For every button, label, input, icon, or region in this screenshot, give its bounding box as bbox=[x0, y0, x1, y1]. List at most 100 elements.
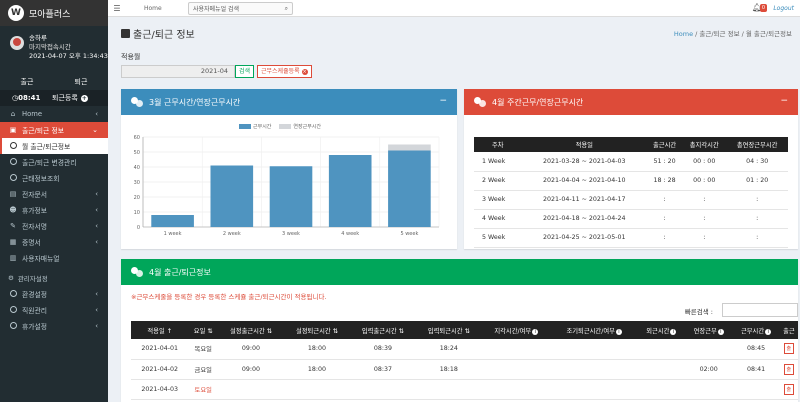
schedule-register-button[interactable]: 근무스케쥴등록 × bbox=[257, 65, 312, 78]
top-home-link[interactable]: Home bbox=[144, 5, 162, 12]
daily-col-header[interactable]: 요일 ⇅ bbox=[188, 321, 219, 339]
daily-cell[interactable]: 출 bbox=[779, 339, 798, 360]
info-icon[interactable]: i bbox=[532, 328, 539, 335]
tab-clock-in[interactable]: 출근 bbox=[0, 74, 54, 90]
daily-cell bbox=[218, 379, 284, 400]
manual-search-input[interactable]: 사용자메뉴얼 검색 ⌕ bbox=[188, 2, 293, 15]
clock-out-register-button[interactable]: 퇴근등록 + bbox=[50, 93, 88, 103]
document-icon: ▤ bbox=[9, 190, 17, 198]
sidebar-item-1[interactable]: ▣ 출근/퇴근 정보 ⌄ bbox=[0, 122, 108, 138]
daily-col-header[interactable]: 설정출근시간 ⇅ bbox=[218, 321, 284, 339]
month-input[interactable]: 2021-04 bbox=[121, 65, 235, 78]
app-name: 모아플러스 bbox=[29, 9, 71, 20]
daily-cell-text: 금요일 bbox=[194, 366, 212, 374]
calendar-icon bbox=[121, 29, 130, 38]
legend-item-overtime: 연장근무시간 bbox=[279, 123, 321, 130]
daily-cell-text: 08:39 bbox=[373, 345, 392, 353]
chart-legend: 근무시간 연장근무시간 bbox=[239, 123, 321, 130]
app-logo[interactable]: W 모아플러스 bbox=[0, 0, 108, 26]
daily-col-header[interactable]: 조기퇴근시간/여부 i bbox=[550, 321, 638, 339]
info-icon[interactable]: i bbox=[717, 328, 724, 335]
sidebar-item-7[interactable]: ✎ 전자서명 ‹ bbox=[0, 218, 108, 234]
breadcrumb-home[interactable]: Home bbox=[674, 30, 693, 38]
chevron-icon: ‹ bbox=[95, 238, 98, 246]
daily-cell-text: 토요일 bbox=[194, 386, 212, 394]
legend-item-work: 근무시간 bbox=[239, 123, 271, 130]
chevron-icon: ‹ bbox=[95, 110, 98, 118]
daily-cell bbox=[349, 379, 416, 400]
daily-cell: 목요일 bbox=[188, 339, 219, 360]
table-row: 2021-04-02 금요일 09:00 18:00 08:37 18:18 02:00 08… bbox=[131, 359, 798, 380]
x-tick-label: 3 week bbox=[282, 231, 300, 237]
info-icon[interactable]: i bbox=[670, 328, 677, 335]
admin-item-2[interactable]: 휴가설정 ‹ bbox=[0, 318, 108, 334]
daily-col-header[interactable]: 연장근무 i bbox=[685, 321, 733, 339]
detail-box-header: 4월 출근/퇴근정보 bbox=[121, 259, 798, 285]
daily-col-header[interactable]: 적용일 ↑ bbox=[131, 321, 189, 339]
weekly-cell: 2021-04-11 ~ 2021-04-17 bbox=[521, 190, 647, 210]
admin-item-0[interactable]: 환경설정 ‹ bbox=[0, 286, 108, 302]
admin-section-header: ⚙ 관리자설정 bbox=[0, 270, 108, 286]
collapse-icon[interactable]: − bbox=[439, 96, 447, 106]
page-title: 출근/퇴근 정보 bbox=[121, 26, 195, 41]
weekly-cell: : bbox=[646, 190, 683, 210]
y-tick-label: 0 bbox=[137, 225, 140, 231]
sidebar-item-9[interactable]: ▥ 사용자매뉴얼 bbox=[0, 250, 108, 266]
daily-cell-text: 02:00 bbox=[699, 365, 718, 373]
y-tick-label: 60 bbox=[134, 135, 140, 141]
daily-col-header[interactable]: 근무시간 i bbox=[732, 321, 780, 339]
sidebar-item-6[interactable]: ☻ 휴가정보 ‹ bbox=[0, 202, 108, 218]
sidebar-item-8[interactable]: ▦ 증명서 ‹ bbox=[0, 234, 108, 250]
daily-col-header[interactable]: 지각시간/여부 i bbox=[481, 321, 551, 339]
tab-clock-out[interactable]: 퇴근 bbox=[54, 74, 108, 90]
collapse-icon[interactable]: − bbox=[780, 96, 788, 106]
monthly-hours-chart-box: 3월 근무시간/연장근무시간 − 근무시간 연장근무시간 0 10 20 30 40 50… bbox=[121, 89, 457, 249]
chevron-left-icon: ‹ bbox=[95, 306, 98, 314]
daily-cell bbox=[637, 359, 686, 380]
weekly-cell: : bbox=[726, 228, 788, 248]
info-icon[interactable]: i bbox=[765, 328, 772, 335]
sidebar-menu: ⌂ Home ‹ ▣ 출근/퇴근 정보 ⌄ 월 출근/퇴근정보 출근/퇴근 변경관리 근태정보조… bbox=[0, 106, 108, 266]
daily-col-header[interactable]: 설정퇴근시간 ⇅ bbox=[283, 321, 350, 339]
daily-col-header[interactable]: 입력출근시간 ⇅ bbox=[349, 321, 416, 339]
weekly-cell: : bbox=[682, 190, 727, 210]
daily-col-header[interactable]: 입력퇴근시간 ⇅ bbox=[415, 321, 482, 339]
daily-cell-text: 18:00 bbox=[307, 365, 327, 373]
daily-cell: 2021-04-01 bbox=[131, 339, 189, 360]
daily-cell bbox=[283, 379, 350, 400]
daily-col-header[interactable]: 외근시간 i bbox=[637, 321, 686, 339]
daily-col-label: 설정퇴근시간 bbox=[295, 327, 331, 335]
x-tick-label: 1 week bbox=[164, 231, 182, 237]
sidebar-item-2[interactable]: 월 출근/퇴근정보 bbox=[0, 138, 108, 154]
daily-col-label: 근무시간 bbox=[740, 327, 765, 335]
admin-item-1[interactable]: 직원관리 ‹ bbox=[0, 302, 108, 318]
daily-cell-text: 2021-04-01 bbox=[141, 345, 179, 353]
weekly-cell: 1 Week bbox=[474, 152, 522, 172]
daily-cell bbox=[415, 379, 482, 400]
weekly-box-header: 4월 주간근무/연장근무시간 − bbox=[464, 89, 798, 115]
daily-col-header[interactable]: 출근 bbox=[779, 321, 798, 339]
calendar-icon: ▣ bbox=[9, 126, 17, 134]
quick-search-input[interactable] bbox=[722, 303, 798, 317]
sidebar-item-5[interactable]: ▤ 전자문서 ‹ bbox=[0, 186, 108, 202]
y-tick-label: 50 bbox=[134, 150, 140, 156]
search-icon[interactable]: ⌕ bbox=[285, 5, 288, 13]
sidebar-item-3[interactable]: 출근/퇴근 변경관리 bbox=[0, 154, 108, 170]
sidebar-item-4[interactable]: 근태정보조회 bbox=[0, 170, 108, 186]
clock-in-button[interactable]: 출 bbox=[783, 363, 795, 375]
sidebar-item-0[interactable]: ⌂ Home ‹ bbox=[0, 106, 108, 122]
avatar bbox=[10, 36, 24, 50]
daily-cell bbox=[481, 359, 551, 380]
clock-in-button[interactable]: 출 bbox=[783, 343, 795, 355]
clock-in-button[interactable]: 출 bbox=[783, 383, 795, 395]
logout-link[interactable]: Logout bbox=[773, 5, 794, 12]
search-button[interactable]: 검색 bbox=[235, 65, 255, 78]
daily-cell[interactable]: 출 bbox=[779, 359, 798, 380]
circle-icon bbox=[8, 173, 18, 183]
info-icon[interactable]: i bbox=[615, 328, 622, 335]
weekly-cell: 00 : 00 bbox=[682, 152, 727, 172]
admin-item-label: 환경설정 bbox=[22, 291, 48, 299]
menu-toggle-icon[interactable]: ☰ bbox=[108, 4, 126, 13]
daily-col-label: 입력출근시간 bbox=[361, 327, 397, 335]
daily-cell[interactable]: 출 bbox=[779, 379, 798, 400]
